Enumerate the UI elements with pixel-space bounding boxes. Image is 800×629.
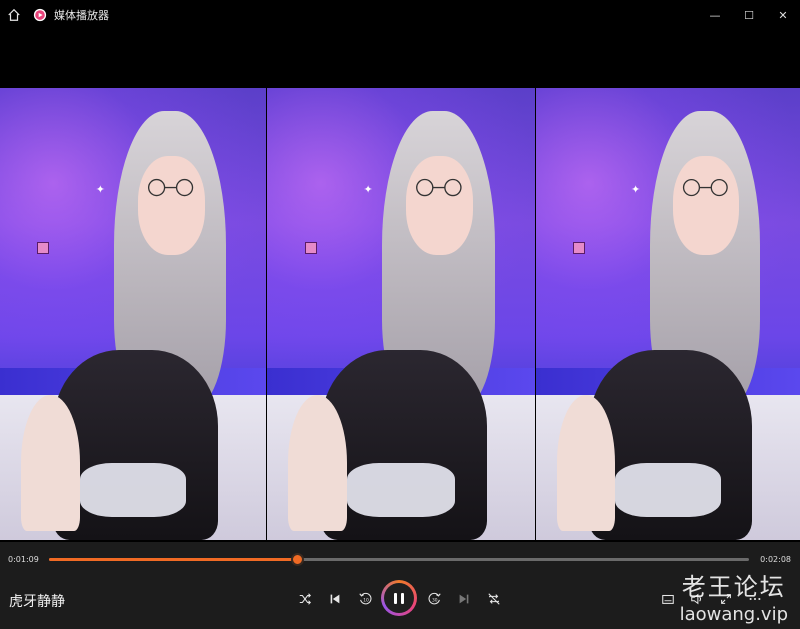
skip-forward-30-button[interactable]: 30 — [424, 588, 446, 610]
window-title: 媒体播放器 — [54, 9, 109, 22]
total-time: 0:02:08 — [760, 555, 791, 564]
home-button[interactable] — [0, 0, 28, 30]
player-controls: 0:01:09 0:02:08 虎牙静静 10 30 老王论坛 laowang.… — [0, 542, 800, 629]
seek-bar[interactable] — [49, 553, 749, 566]
repeat-button[interactable] — [483, 588, 505, 610]
next-button[interactable] — [453, 588, 475, 610]
shuffle-icon — [299, 593, 311, 605]
skip-back-10-button[interactable]: 10 — [354, 588, 376, 610]
repeat-off-icon — [488, 593, 500, 605]
skip-back-10-icon: 10 — [359, 592, 372, 605]
svg-text:10: 10 — [363, 598, 369, 604]
video-viewport[interactable]: ✦ ✦ ✦ — [0, 30, 800, 542]
title-bar: 媒体播放器 — ☐ ✕ — [0, 0, 800, 30]
video-frame-center: ✦ — [267, 88, 535, 540]
captions-button[interactable] — [657, 588, 679, 610]
app-icon — [30, 0, 50, 30]
video-frame-left: ✦ — [0, 88, 266, 540]
skip-forward-30-icon: 30 — [428, 592, 441, 605]
video-frame-right: ✦ — [536, 88, 800, 540]
previous-icon — [330, 594, 340, 604]
minimize-button[interactable]: — — [698, 0, 732, 30]
svg-text:30: 30 — [432, 598, 438, 604]
pause-button[interactable] — [381, 580, 417, 616]
shuffle-button[interactable] — [294, 588, 316, 610]
maximize-button[interactable]: ☐ — [732, 0, 766, 30]
close-button[interactable]: ✕ — [766, 0, 800, 30]
watermark-url: laowang.vip — [679, 604, 788, 625]
seek-thumb[interactable] — [290, 553, 304, 566]
watermark: 老王论坛 laowang.vip — [680, 567, 788, 625]
track-title: 虎牙静静 — [9, 594, 65, 610]
captions-icon — [662, 594, 674, 604]
current-time: 0:01:09 — [8, 555, 39, 564]
pause-icon — [384, 583, 414, 613]
seek-progress — [49, 558, 297, 561]
next-icon — [459, 594, 469, 604]
watermark-chinese: 老王论坛 — [681, 573, 786, 601]
home-icon — [8, 8, 20, 21]
previous-button[interactable] — [324, 588, 346, 610]
